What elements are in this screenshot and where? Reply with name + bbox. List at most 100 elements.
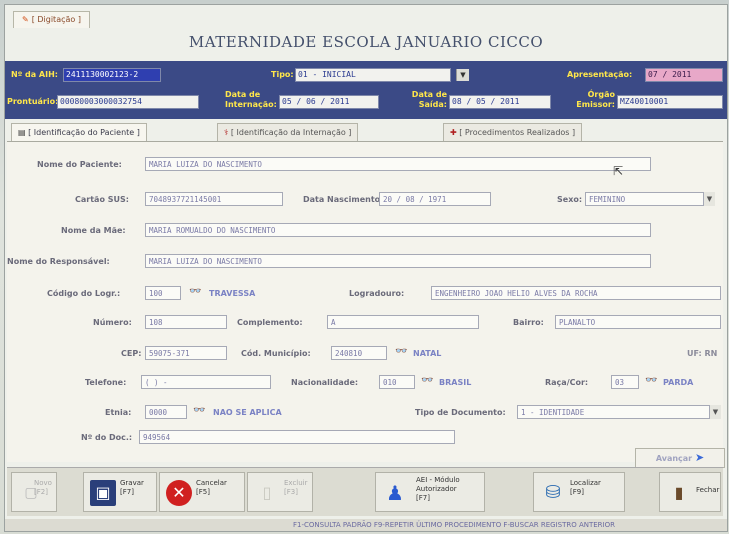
trash-icon: ▯	[262, 483, 272, 502]
telefone-field[interactable]: ( ) -	[141, 375, 271, 389]
novo-button[interactable]: ▢ Novo [F2]	[11, 472, 57, 512]
municipio-field[interactable]: 240810	[331, 346, 387, 360]
gravar-button[interactable]: ▣ Gravar [F7]	[83, 472, 157, 512]
mouse-cursor-icon: ⇱	[613, 164, 624, 178]
nascimento-label: Data Nascimento:	[303, 195, 384, 204]
num-doc-field[interactable]: 949564	[139, 430, 455, 444]
mae-field[interactable]: MARIA ROMUALDO DO NASCIMENTO	[145, 223, 651, 237]
cep-field[interactable]: 59075-371	[145, 346, 227, 360]
status-bar: F1-CONSULTA PADRÃO F9-REPETIR ÚLTIMO PRO…	[5, 519, 727, 531]
chevron-down-icon[interactable]: ▼	[703, 192, 715, 206]
responsavel-label: Nome do Responsável:	[7, 257, 110, 266]
nacionalidade-field[interactable]: 010	[379, 375, 415, 389]
excluir-button[interactable]: ▯ Excluir [F3]	[247, 472, 313, 512]
binoculars-icon[interactable]: 👓	[193, 405, 205, 416]
bairro-field[interactable]: PLANALTO	[555, 315, 721, 329]
prontuario-field[interactable]: 00080003000032754	[57, 95, 199, 109]
fechar-label: Fechar	[696, 486, 720, 494]
action-toolbar: ▢ Novo [F2] ▣ Gravar [F7] ✕ Cancelar [F5…	[7, 467, 723, 516]
logradouro-field[interactable]: ENGENHEIRO JOAO HELIO ALVES DA ROCHA	[431, 286, 721, 300]
sexo-label: Sexo:	[557, 195, 583, 204]
nascimento-field[interactable]: 20 / 08 / 1971	[379, 192, 491, 206]
apresentacao-field[interactable]: 07 / 2011	[645, 68, 723, 82]
arrow-right-icon: ➤	[694, 451, 705, 464]
header-panel: Nº da AIH: 2411130002123-2 Tipo: 01 - IN…	[5, 61, 727, 119]
tab-label: [ Identificação da Internação ]	[230, 128, 352, 137]
internacao-field[interactable]: 05 / 06 / 2011	[279, 95, 379, 109]
list-icon: ▤	[18, 128, 26, 137]
raca-label: Raça/Cor:	[545, 378, 589, 387]
aih-field[interactable]: 2411130002123-2	[63, 68, 161, 82]
numero-label: Número:	[93, 318, 132, 327]
responsavel-field[interactable]: MARIA LUIZA DO NASCIMENTO	[145, 254, 651, 268]
chevron-down-icon[interactable]: ▼	[456, 69, 469, 81]
numero-field[interactable]: 108	[145, 315, 227, 329]
chevron-down-icon[interactable]: ▼	[709, 405, 721, 419]
saida-field[interactable]: 08 / 05 / 2011	[449, 95, 551, 109]
etnia-desc: NAO SE APLICA	[213, 408, 282, 417]
database-search-icon: ⛁	[545, 482, 561, 503]
complemento-label: Complemento:	[237, 318, 303, 327]
cancelar-button[interactable]: ✕ Cancelar [F5]	[159, 472, 245, 512]
nome-paciente-label: Nome do Paciente:	[37, 160, 122, 169]
user-icon: ♟	[386, 481, 404, 505]
fechar-button[interactable]: ▮ Fechar	[659, 472, 721, 512]
tab-procedimentos[interactable]: ✚ [ Procedimentos Realizados ]	[443, 123, 583, 141]
excluir-label: Excluir [F3]	[284, 479, 308, 496]
cancel-icon: ✕	[166, 480, 192, 506]
edit-icon: ✎	[22, 15, 29, 24]
prontuario-label: Prontuário:	[7, 97, 59, 106]
cep-label: CEP:	[121, 349, 142, 358]
shortcut-hints: F1-CONSULTA PADRÃO F9-REPETIR ÚLTIMO PRO…	[293, 521, 615, 529]
tipo-select[interactable]: 01 - INICIAL	[295, 68, 451, 82]
orgao-field[interactable]: MZ40010001	[617, 95, 723, 109]
logradouro-label: Logradouro:	[349, 289, 405, 298]
tab-label: [ Identificação do Paciente ]	[28, 128, 140, 137]
avancar-label: Avançar	[655, 454, 693, 463]
tipo-doc-select[interactable]: 1 - IDENTIDADE	[517, 405, 721, 419]
localizar-label: Localizar [F9]	[570, 479, 601, 496]
sexo-select[interactable]: FEMININO	[585, 192, 715, 206]
aei-button[interactable]: ♟ AEI - Módulo Autorizador [F7]	[375, 472, 485, 512]
cod-logr-label: Código do Logr.:	[47, 289, 121, 298]
etnia-field[interactable]: 0000	[145, 405, 187, 419]
tipo-label: Tipo:	[271, 70, 294, 79]
municipio-label: Cód. Município:	[241, 349, 311, 358]
nacionalidade-label: Nacionalidade:	[291, 378, 359, 387]
num-doc-label: Nº do Doc.:	[81, 433, 133, 442]
bairro-label: Bairro:	[513, 318, 544, 327]
raca-desc: PARDA	[663, 378, 694, 387]
avancar-button[interactable]: Avançar ➤	[635, 448, 725, 468]
nacionalidade-desc: BRASIL	[439, 378, 472, 387]
complemento-field[interactable]: A	[327, 315, 479, 329]
save-disk-icon: ▣	[90, 480, 116, 506]
nome-paciente-field[interactable]: MARIA LUIZA DO NASCIMENTO	[145, 157, 651, 171]
raca-field[interactable]: 03	[611, 375, 639, 389]
tab-label: [ Procedimentos Realizados ]	[459, 128, 576, 137]
binoculars-icon[interactable]: 👓	[645, 375, 657, 386]
tab-identificacao-paciente[interactable]: ▤ [ Identificação do Paciente ]	[11, 123, 147, 141]
cod-logr-field[interactable]: 100	[145, 286, 181, 300]
localizar-button[interactable]: ⛁ Localizar [F9]	[533, 472, 625, 512]
tab-digitacao[interactable]: ✎[ Digitação ]	[13, 11, 90, 28]
aei-label: AEI - Módulo Autorizador [F7]	[416, 476, 460, 502]
saida-label: Data de Saída:	[411, 90, 447, 109]
telefone-label: Telefone:	[85, 378, 127, 387]
orgao-label: Órgão Emissor:	[576, 90, 615, 109]
novo-label: Novo [F2]	[34, 479, 52, 496]
cartao-label: Cartão SUS:	[75, 195, 129, 204]
etnia-label: Etnia:	[105, 408, 132, 417]
tab-digitacao-label: [ Digitação ]	[31, 15, 81, 24]
uf-label: UF: RN	[687, 349, 718, 358]
municipio-desc: NATAL	[413, 349, 442, 358]
binoculars-icon[interactable]: 👓	[421, 375, 433, 386]
apresentacao-label: Apresentação:	[567, 70, 633, 79]
tipo-doc-label: Tipo de Documento:	[415, 408, 506, 417]
section-tabs: ▤ [ Identificação do Paciente ] ⚕ [ Iden…	[7, 123, 723, 142]
app-window: ✎[ Digitação ] MATERNIDADE ESCOLA JANUAR…	[4, 4, 728, 532]
syringe-icon: ✚	[450, 128, 457, 137]
tab-identificacao-internacao[interactable]: ⚕ [ Identificação da Internação ]	[217, 123, 359, 141]
cartao-field[interactable]: 7048937721145001	[145, 192, 283, 206]
binoculars-icon[interactable]: 👓	[395, 346, 407, 357]
binoculars-icon[interactable]: 👓	[189, 286, 201, 297]
